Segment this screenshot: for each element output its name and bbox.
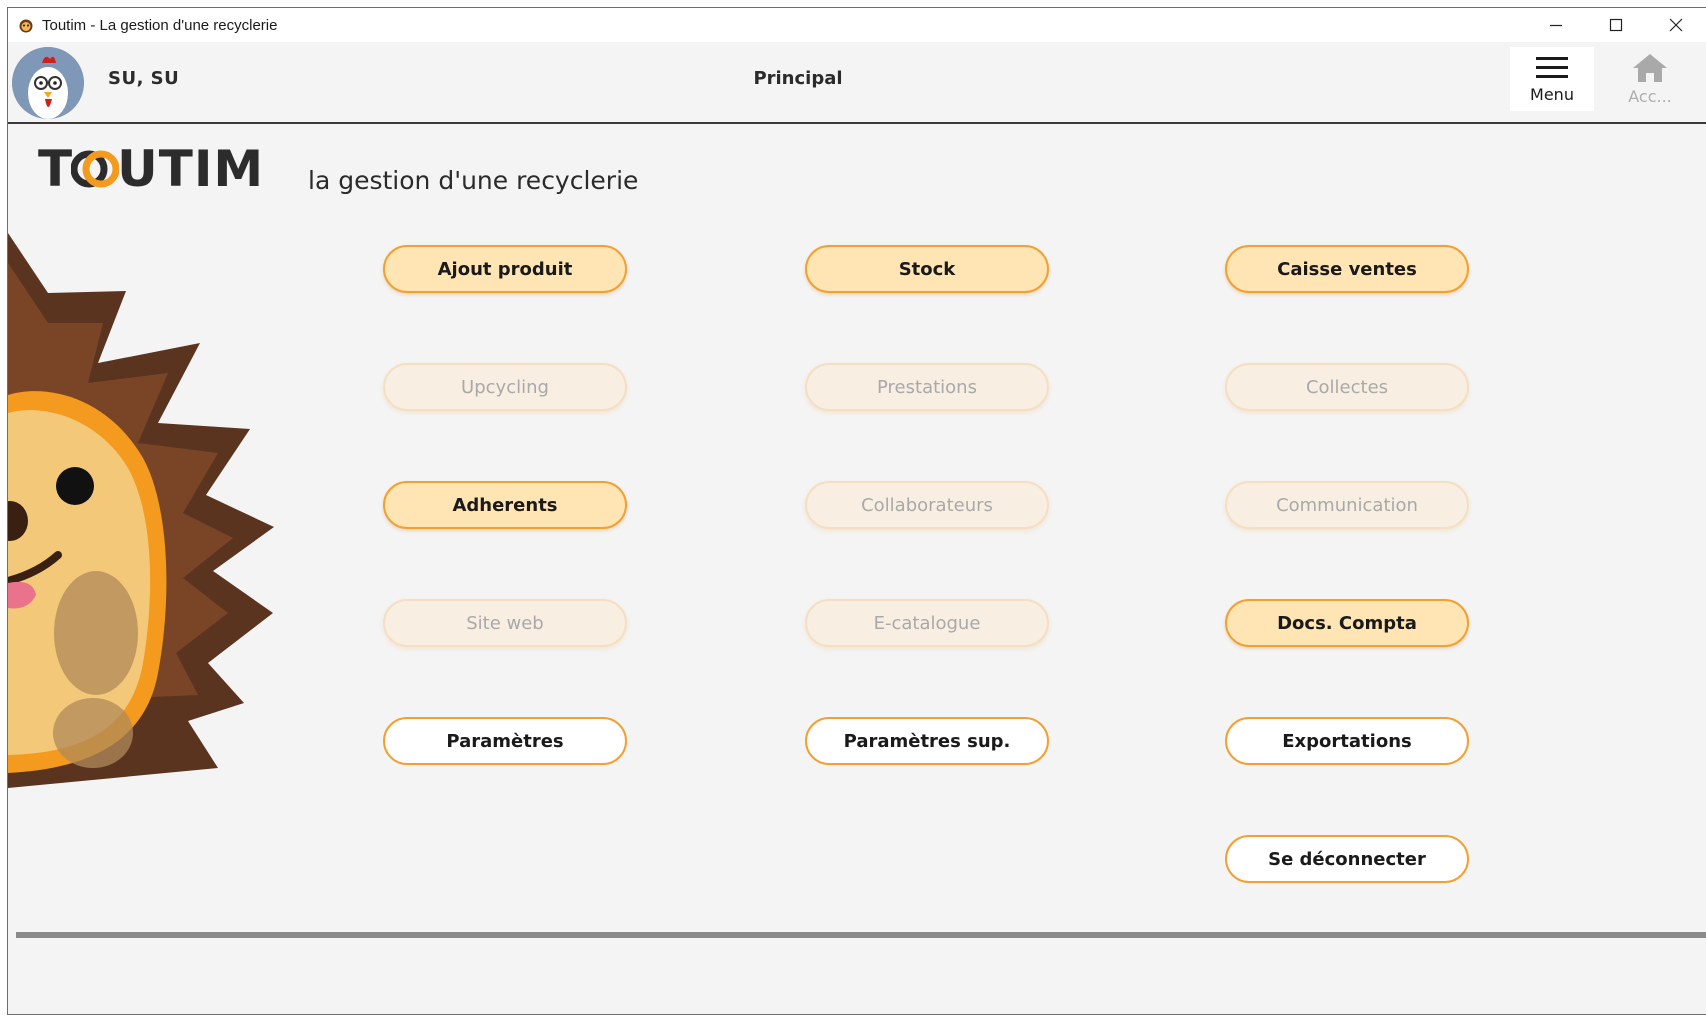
page-title: Principal <box>753 68 843 89</box>
app-header: SU, SU Principal Menu Acc... <box>8 42 1706 124</box>
site-web-button: Site web <box>383 599 627 647</box>
logo-rings-icon <box>71 150 120 188</box>
tagline: la gestion d'une recyclerie <box>308 166 639 195</box>
stock-button[interactable]: Stock <box>805 245 1049 293</box>
menu-button[interactable]: Menu <box>1510 47 1594 111</box>
upcycling-button: Upcycling <box>383 363 627 411</box>
logo-text-start: T <box>38 140 74 198</box>
menu-label: Menu <box>1530 84 1574 104</box>
prestations-button: Prestations <box>805 363 1049 411</box>
e-catalogue-button: E-catalogue <box>805 599 1049 647</box>
avatar[interactable] <box>12 47 84 119</box>
collaborateurs-button: Collaborateurs <box>805 481 1049 529</box>
maximize-icon <box>1609 18 1623 32</box>
logo-text-end: UTIM <box>117 140 265 198</box>
close-button[interactable] <box>1646 8 1706 42</box>
hamburger-menu-icon <box>1536 56 1568 78</box>
minimize-icon <box>1550 24 1562 27</box>
window-shadow <box>16 932 1706 938</box>
parametres-sup-button[interactable]: Paramètres sup. <box>805 717 1049 765</box>
rooster-avatar-icon <box>12 47 84 119</box>
hedgehog-app-icon <box>19 19 33 33</box>
username: SU, SU <box>108 68 180 89</box>
adherents-button[interactable]: Adherents <box>383 481 627 529</box>
home-button[interactable]: Acc... <box>1604 47 1696 111</box>
minimize-button[interactable] <box>1526 8 1586 42</box>
toutim-logo: T UTIM <box>38 140 264 198</box>
home-icon <box>1633 53 1667 82</box>
parametres-button[interactable]: Paramètres <box>383 717 627 765</box>
app-window: Toutim - La gestion d'une recyclerie SU,… <box>7 7 1706 1015</box>
window-title: Toutim - La gestion d'une recyclerie <box>42 16 278 34</box>
ajout-produit-button[interactable]: Ajout produit <box>383 245 627 293</box>
close-icon <box>1669 18 1683 32</box>
collectes-button: Collectes <box>1225 363 1469 411</box>
se-deconnecter-button[interactable]: Se déconnecter <box>1225 835 1469 883</box>
hedgehog-mascot-illustration <box>8 233 274 788</box>
title-bar[interactable]: Toutim - La gestion d'une recyclerie <box>8 8 1706 42</box>
docs-compta-button[interactable]: Docs. Compta <box>1225 599 1469 647</box>
maximize-button[interactable] <box>1586 8 1646 42</box>
home-label: Acc... <box>1628 86 1672 106</box>
exportations-button[interactable]: Exportations <box>1225 717 1469 765</box>
communication-button: Communication <box>1225 481 1469 529</box>
window-controls <box>1526 8 1706 42</box>
caisse-ventes-button[interactable]: Caisse ventes <box>1225 245 1469 293</box>
